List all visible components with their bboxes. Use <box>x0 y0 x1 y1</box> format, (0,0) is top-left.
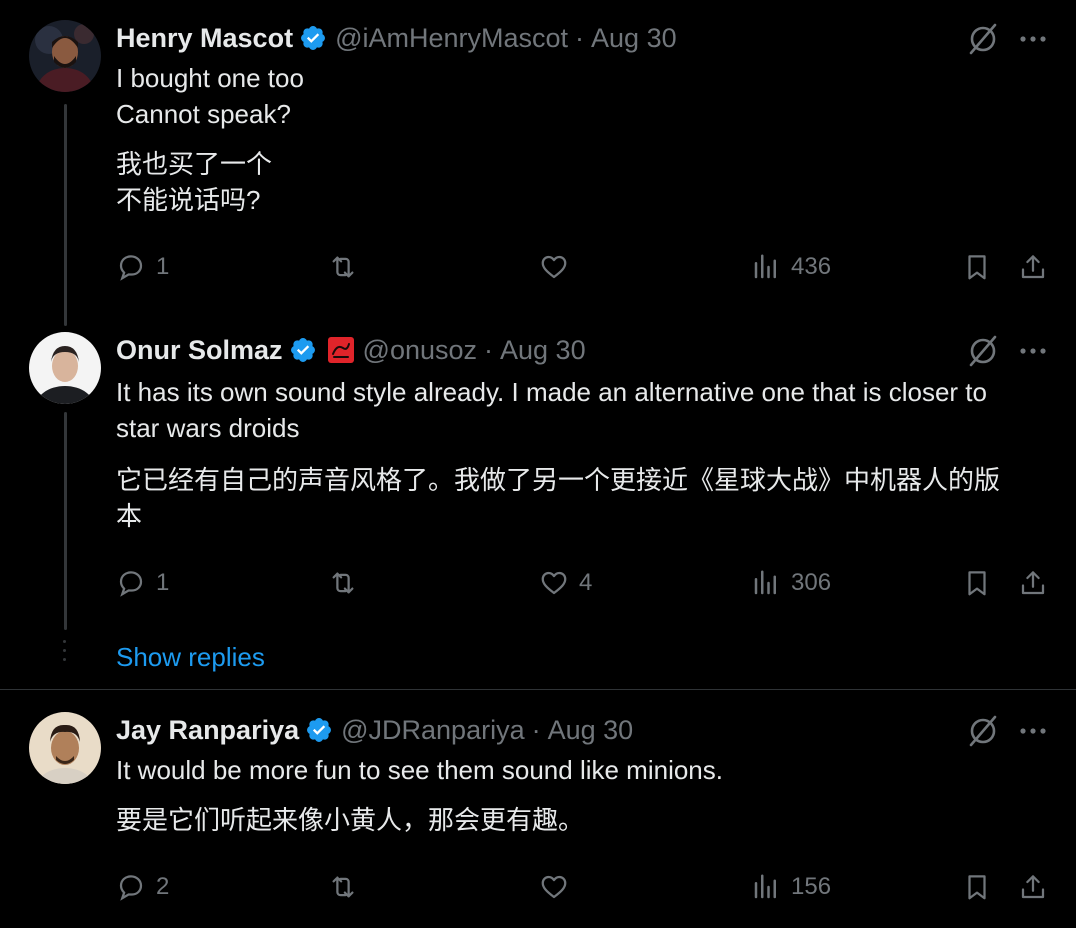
tweet-header: Onur Solmaz @onusoz · Aug 30 <box>116 332 586 368</box>
handle[interactable]: @onusoz <box>363 335 477 366</box>
affiliate-flag-icon[interactable] <box>327 336 355 364</box>
like-icon <box>541 571 567 595</box>
like-icon <box>541 875 567 899</box>
bookmark-button[interactable] <box>962 872 992 902</box>
action-bar: 1 436 <box>116 252 1048 292</box>
verified-badge-icon <box>290 338 315 362</box>
reply-icon <box>119 571 143 597</box>
thread-dots <box>63 640 67 667</box>
reply-count: 1 <box>156 569 170 596</box>
share-button[interactable] <box>1018 872 1048 902</box>
translation-text: 我也买了一个 不能说话吗? <box>116 146 1052 218</box>
more-icon[interactable] <box>1018 24 1048 54</box>
like-icon <box>541 255 567 279</box>
tweet-line: star wars droids <box>116 413 300 443</box>
views-count: 306 <box>791 569 832 596</box>
translation-line: 它已经有自己的声音风格了。我做了另一个更接近《星球大战》中机器人的版 <box>116 465 1001 495</box>
tweet-text: It has its own sound style already. I ma… <box>116 374 1052 446</box>
views-icon <box>754 570 776 595</box>
views-icon <box>754 254 776 279</box>
translation-text: 要是它们听起来像小黄人，那会更有趣。 <box>116 802 1052 838</box>
handle[interactable]: @JDRanpariya <box>341 715 524 746</box>
share-icon <box>1021 875 1045 899</box>
views-icon <box>754 874 776 899</box>
separator: · <box>575 22 585 53</box>
more-icon[interactable] <box>1018 336 1048 366</box>
tweet-text: I bought one too Cannot speak? <box>116 60 1052 132</box>
show-replies-link[interactable]: Show replies <box>116 642 265 673</box>
verified-badge-icon <box>301 26 326 50</box>
reply-button[interactable]: 2 <box>116 872 169 902</box>
timestamp[interactable]: Aug 30 <box>548 715 634 746</box>
like-button[interactable]: 4 <box>539 568 592 598</box>
views-count: 156 <box>791 873 832 900</box>
repost-icon <box>332 572 354 594</box>
translation-text: 它已经有自己的声音风格了。我做了另一个更接近《星球大战》中机器人的版 本 <box>116 462 1052 534</box>
like-button[interactable] <box>539 872 579 902</box>
repost-button[interactable] <box>328 252 368 282</box>
display-name[interactable]: Onur Solmaz <box>116 335 283 366</box>
separator: · <box>531 714 541 745</box>
more-icon[interactable] <box>1018 716 1048 746</box>
grok-icon[interactable] <box>966 714 1000 748</box>
translation-line: 本 <box>116 501 143 531</box>
avatar[interactable] <box>29 712 101 784</box>
reply-button[interactable]: 1 <box>116 568 169 598</box>
tweet-line: I bought one too <box>116 63 304 93</box>
action-bar: 2 156 <box>116 872 1048 912</box>
tweet-header: Jay Ranpariya @JDRanpariya · Aug 30 <box>116 712 633 748</box>
reply-count: 1 <box>156 253 170 280</box>
share-button[interactable] <box>1018 252 1048 282</box>
repost-icon <box>332 876 354 898</box>
repost-icon <box>332 256 354 278</box>
translation-line: 不能说话吗? <box>116 185 261 215</box>
handle[interactable]: @iAmHenryMascot <box>335 23 568 54</box>
share-icon <box>1021 571 1045 595</box>
translation-line: 我也买了一个 <box>116 149 273 179</box>
tweet-onur-solmaz[interactable]: Onur Solmaz @onusoz · Aug 30 It has its … <box>0 310 1076 640</box>
views-button[interactable]: 436 <box>751 252 831 282</box>
share-button[interactable] <box>1018 568 1048 598</box>
tweet-line: It has its own sound style already. I ma… <box>116 377 987 407</box>
views-button[interactable]: 306 <box>751 568 831 598</box>
bookmark-button[interactable] <box>962 252 992 282</box>
tweet-text: It would be more fun to see them sound l… <box>116 752 1052 788</box>
bookmark-icon <box>968 875 986 900</box>
bookmark-icon <box>968 255 986 280</box>
reply-icon <box>119 255 143 281</box>
timestamp[interactable]: Aug 30 <box>500 335 586 366</box>
repost-button[interactable] <box>328 568 368 598</box>
avatar[interactable] <box>29 20 101 92</box>
share-icon <box>1021 255 1045 279</box>
tweet-henry-mascot[interactable]: Henry Mascot @iAmHenryMascot · Aug 30 I … <box>0 0 1076 310</box>
tweet-line: It would be more fun to see them sound l… <box>116 755 723 785</box>
bookmark-button[interactable] <box>962 568 992 598</box>
repost-button[interactable] <box>328 872 368 902</box>
grok-icon[interactable] <box>966 334 1000 368</box>
reply-count: 2 <box>156 873 170 900</box>
reply-icon <box>119 875 143 901</box>
translation-line: 要是它们听起来像小黄人，那会更有趣。 <box>116 805 585 835</box>
display-name[interactable]: Henry Mascot <box>116 23 293 54</box>
tweet-top-icons <box>966 22 1048 56</box>
bookmark-icon <box>968 571 986 596</box>
verified-badge-icon <box>307 718 332 742</box>
separator: · <box>484 334 494 365</box>
tweet-jay-ranpariya[interactable]: Jay Ranpariya @JDRanpariya · Aug 30 It w… <box>0 690 1076 928</box>
display-name[interactable]: Jay Ranpariya <box>116 715 299 746</box>
like-count: 4 <box>579 569 593 596</box>
views-count: 436 <box>791 253 832 280</box>
grok-icon[interactable] <box>966 22 1000 56</box>
tweet-line: Cannot speak? <box>116 99 291 129</box>
views-button[interactable]: 156 <box>751 872 831 902</box>
tweet-header: Henry Mascot @iAmHenryMascot · Aug 30 <box>116 20 677 56</box>
tweet-top-icons <box>966 334 1048 368</box>
avatar[interactable] <box>29 332 101 404</box>
action-bar: 1 4 306 <box>116 568 1048 608</box>
reply-button[interactable]: 1 <box>116 252 169 282</box>
timestamp[interactable]: Aug 30 <box>591 23 677 54</box>
like-button[interactable] <box>539 252 579 282</box>
tweet-top-icons <box>966 714 1048 748</box>
